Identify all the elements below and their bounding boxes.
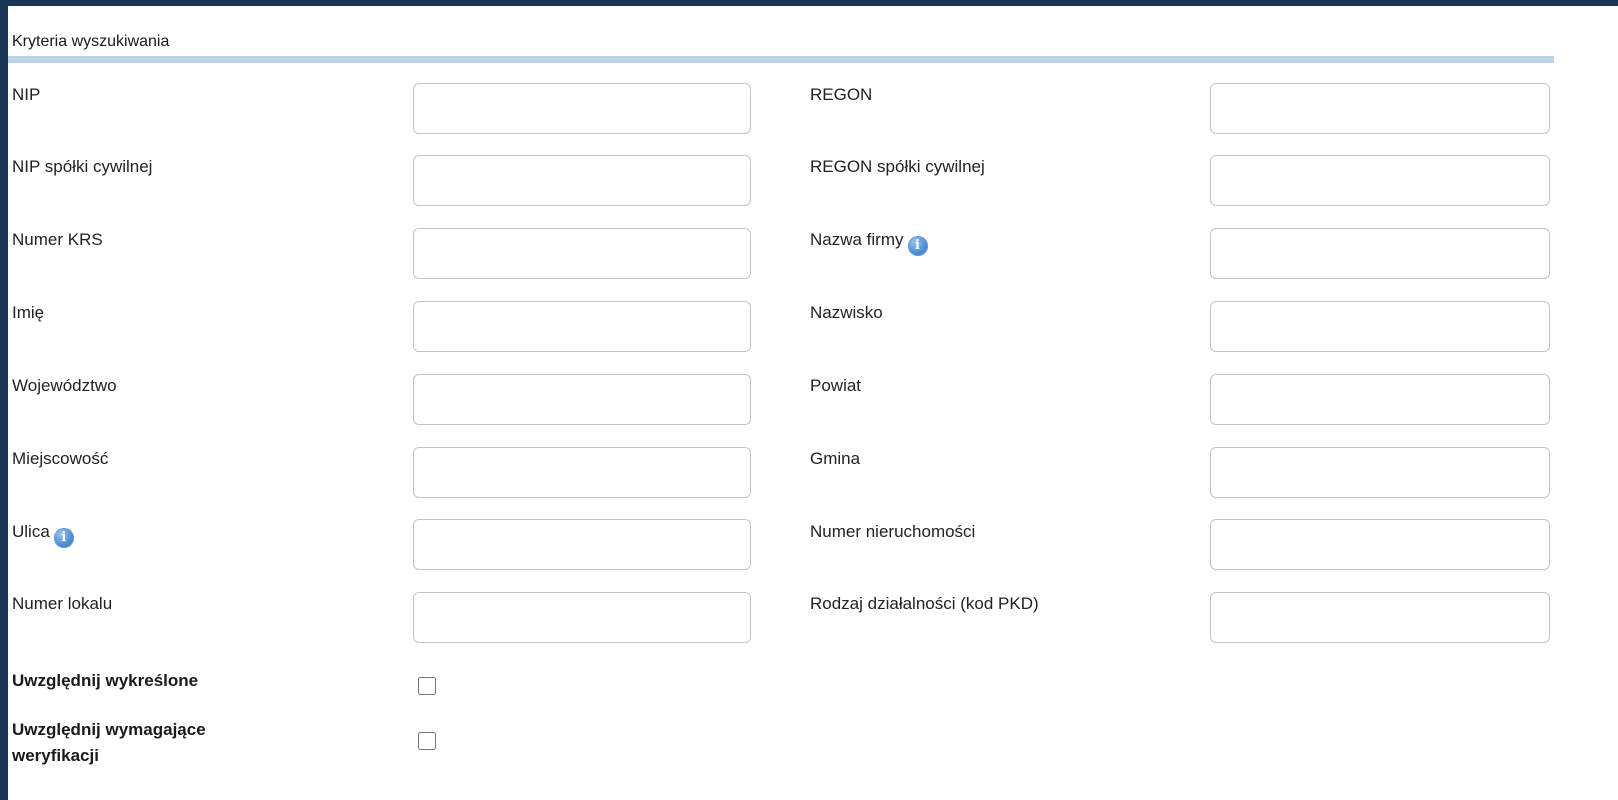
regon-input[interactable]: [1210, 83, 1550, 134]
ulica-label: Ulica i: [12, 521, 74, 548]
info-icon[interactable]: i: [907, 236, 928, 256]
section-divider: [8, 56, 1554, 63]
uwzglednij-wymagajace-weryfikacji-label: Uwzględnij wymagające weryfikacji: [12, 720, 206, 765]
imie-input[interactable]: [413, 301, 751, 352]
section-header: Kryteria wyszukiwania: [8, 6, 1618, 64]
regon-spolki-cywilnej-input[interactable]: [1210, 155, 1550, 206]
regon-spolki-cywilnej-label: REGON spółki cywilnej: [810, 157, 985, 176]
search-criteria-panel: Kryteria wyszukiwania NIP NIP spółki cyw…: [8, 6, 1618, 800]
info-icon[interactable]: i: [53, 528, 74, 548]
ulica-label-text: Ulica: [12, 522, 50, 541]
ulica-input[interactable]: [413, 519, 751, 570]
rodzaj-dzialalnosci-label: Rodzaj działalności (kod PKD): [810, 594, 1039, 613]
miejscowosc-label: Miejscowość: [12, 449, 109, 468]
nazwa-firmy-label-text: Nazwa firmy: [810, 230, 904, 249]
gmina-label: Gmina: [810, 449, 861, 468]
gmina-input[interactable]: [1210, 447, 1550, 498]
numer-krs-input[interactable]: [413, 228, 751, 279]
imie-label: Imię: [12, 303, 45, 322]
nip-spolki-cywilnej-label: NIP spółki cywilnej: [12, 157, 153, 176]
nazwisko-input[interactable]: [1210, 301, 1550, 352]
numer-krs-label: Numer KRS: [12, 230, 103, 249]
uwzglednij-wymagajace-weryfikacji-checkbox[interactable]: [418, 732, 436, 750]
wojewodztwo-input[interactable]: [413, 374, 751, 425]
miejscowosc-input[interactable]: [413, 447, 751, 498]
uwzglednij-wykreslone-label: Uwzględnij wykreślone: [12, 671, 199, 690]
numer-nieruchomosci-input[interactable]: [1210, 519, 1550, 570]
section-title: Kryteria wyszukiwania: [12, 33, 170, 50]
rodzaj-dzialalnosci-input[interactable]: [1210, 592, 1550, 643]
numer-nieruchomosci-label: Numer nieruchomości: [810, 522, 976, 541]
nip-spolki-cywilnej-input[interactable]: [413, 155, 751, 206]
numer-lokalu-label: Numer lokalu: [12, 594, 113, 613]
powiat-input[interactable]: [1210, 374, 1550, 425]
nazwa-firmy-input[interactable]: [1210, 228, 1550, 279]
nazwa-firmy-label: Nazwa firmy i: [810, 229, 928, 256]
regon-label: REGON: [810, 85, 873, 104]
uwzglednij-wykreslone-checkbox[interactable]: [418, 677, 436, 695]
powiat-label: Powiat: [810, 376, 862, 395]
nip-input[interactable]: [413, 83, 751, 134]
numer-lokalu-input[interactable]: [413, 592, 751, 643]
wojewodztwo-label: Województwo: [12, 376, 117, 395]
nip-label: NIP: [12, 85, 41, 104]
nazwisko-label: Nazwisko: [810, 303, 883, 322]
